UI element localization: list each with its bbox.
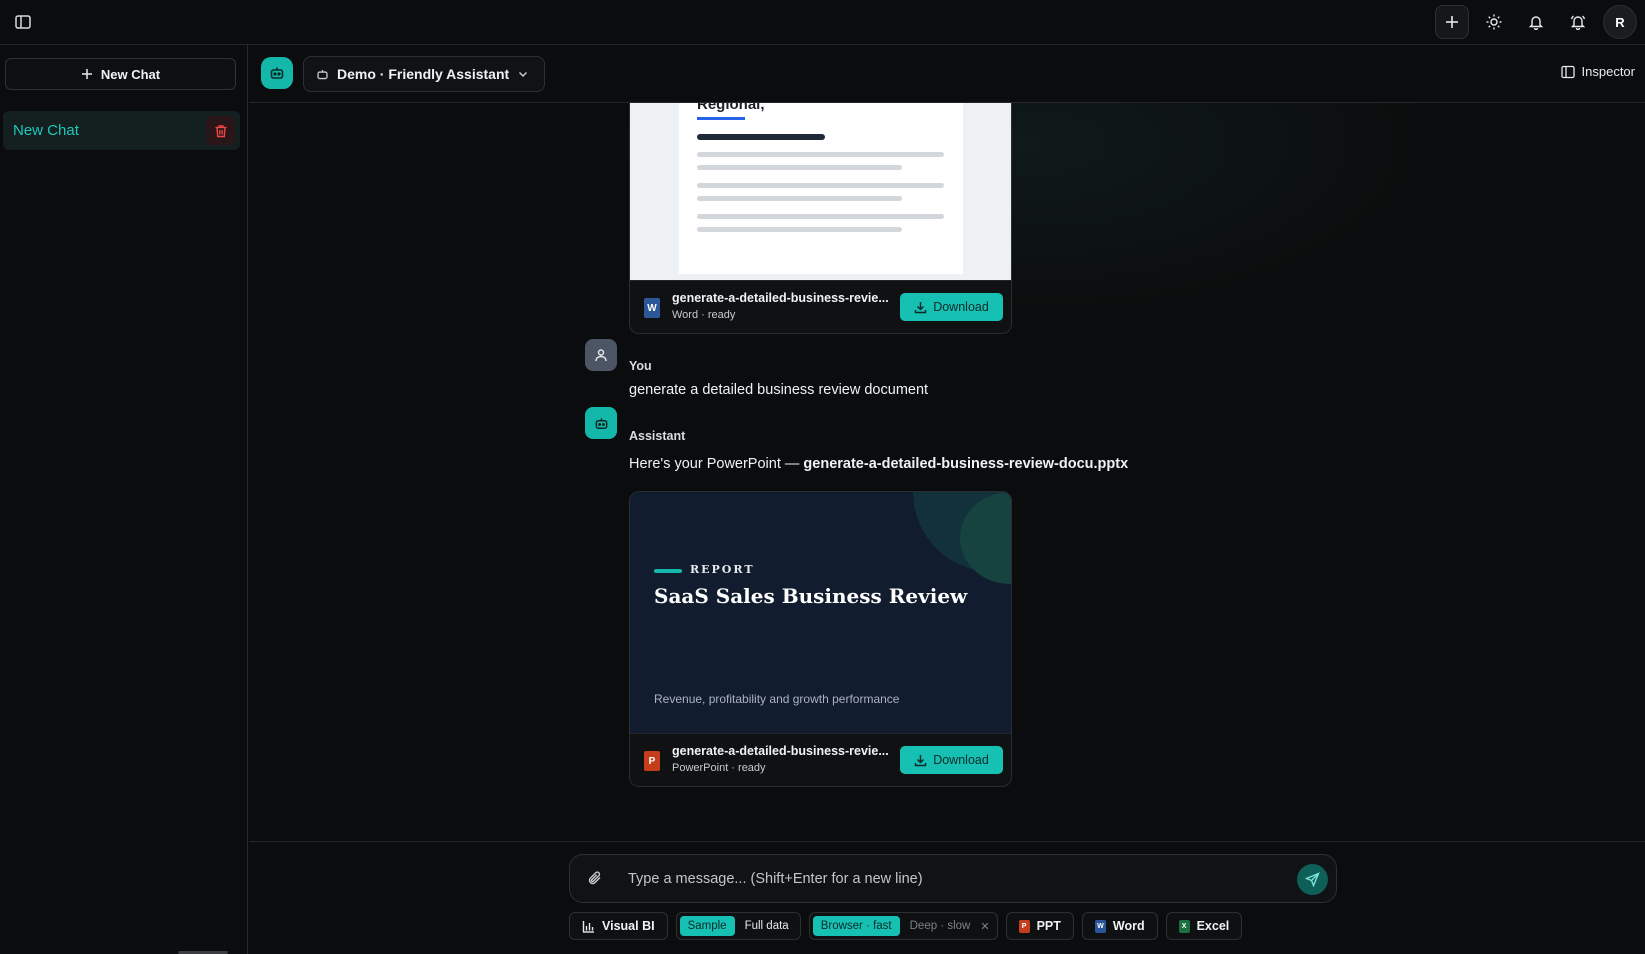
file-status: Word · ready: [672, 309, 736, 321]
bot-icon: [595, 417, 607, 429]
assistant-name: Demo · Friendly Assistant: [337, 66, 510, 82]
slide-subtitle: Revenue, profitability and growth perfor…: [654, 692, 900, 706]
download-label: Download: [933, 753, 989, 767]
excel-icon: X: [1178, 919, 1190, 933]
chat-list-item[interactable]: New Chat: [3, 111, 240, 150]
delete-chat-button[interactable]: [206, 116, 235, 145]
user-icon: [595, 349, 607, 362]
visual-bi-button[interactable]: Visual BI: [569, 912, 668, 940]
document-preview[interactable]: Regional,: [630, 103, 1011, 282]
browse-mode-toggle: Browser · fast Deep · slow ✕: [808, 912, 998, 940]
file-status: PowerPoint · ready: [672, 762, 766, 774]
data-scope-toggle: Sample Full data: [675, 912, 801, 940]
new-item-button[interactable]: [1435, 5, 1469, 39]
user-avatar[interactable]: R: [1603, 5, 1637, 39]
alerts-button[interactable]: [1561, 5, 1595, 39]
word-file-icon: W: [644, 298, 660, 318]
ppt-button[interactable]: P PPT: [1005, 912, 1074, 940]
mode-deep-option[interactable]: Deep · slow: [902, 916, 979, 936]
paperclip-icon: [588, 871, 601, 885]
chat-title: New Chat: [13, 122, 79, 139]
word-file-card: Regional, W generate-a-detailed-business…: [629, 103, 1012, 334]
download-label: Download: [933, 300, 989, 314]
mode-fast-option[interactable]: Browser · fast: [812, 916, 900, 936]
bot-icon: [270, 67, 284, 79]
assistant-avatar-icon: [585, 407, 617, 439]
conversation: Regional, W generate-a-detailed-business…: [249, 103, 1645, 841]
inspector-toggle[interactable]: Inspector: [1560, 64, 1635, 79]
file-name: generate-a-detailed-business-revie...: [672, 291, 889, 305]
trash-icon: [215, 124, 226, 137]
word-button[interactable]: W Word: [1081, 912, 1158, 940]
bot-icon: [317, 69, 328, 79]
send-icon: [1305, 872, 1320, 887]
sidebar-toggle-icon[interactable]: [14, 13, 32, 31]
document-page: Regional,: [679, 103, 963, 274]
ppt-file-icon: P: [644, 751, 660, 771]
top-bar: R: [0, 0, 1645, 45]
file-name-inline: generate-a-detailed-business-review-docu…: [803, 456, 1129, 472]
excel-button[interactable]: X Excel: [1165, 912, 1243, 940]
message-role: Assistant: [629, 429, 686, 443]
new-chat-label: New Chat: [100, 66, 161, 82]
data-sample-option[interactable]: Sample: [679, 916, 735, 936]
composer: [569, 854, 1337, 903]
slide-kicker: REPORT: [690, 563, 755, 576]
theme-toggle-button[interactable]: [1477, 5, 1511, 39]
message-input[interactable]: [628, 867, 1268, 891]
user-avatar-icon: [585, 339, 617, 371]
ppt-file-card: REPORT SaaS Sales Business Review Revenu…: [629, 491, 1012, 787]
sun-icon: [1486, 14, 1502, 30]
download-button[interactable]: Download: [900, 746, 1003, 774]
attach-button[interactable]: [587, 870, 603, 891]
inspector-label: Inspector: [1581, 64, 1635, 79]
notifications-button[interactable]: [1519, 5, 1553, 39]
plus-icon: [81, 69, 92, 79]
download-icon: [914, 301, 927, 313]
download-icon: [914, 754, 927, 766]
close-icon[interactable]: ✕: [980, 920, 993, 933]
bell-ring-icon: [1570, 15, 1586, 30]
download-button[interactable]: Download: [900, 293, 1003, 321]
message-role: You: [629, 359, 652, 373]
sidebar: New Chat New Chat: [0, 45, 248, 954]
file-name: generate-a-detailed-business-revie...: [672, 744, 889, 758]
assistant-selector[interactable]: Demo · Friendly Assistant: [303, 56, 545, 92]
message-text: generate a detailed business review docu…: [629, 382, 929, 398]
message-text: Here's your PowerPoint — generate-a-deta…: [629, 456, 1129, 472]
send-button[interactable]: [1297, 864, 1328, 895]
plus-icon: [1446, 16, 1458, 28]
new-chat-button[interactable]: New Chat: [5, 58, 236, 90]
data-full-option[interactable]: Full data: [737, 916, 797, 936]
chevron-down-icon: [519, 71, 528, 78]
bar-chart-icon: [582, 920, 594, 933]
file-footer: W generate-a-detailed-business-revie... …: [630, 280, 1011, 333]
assistant-badge: [261, 57, 293, 89]
slide-preview[interactable]: REPORT SaaS Sales Business Review Revenu…: [630, 492, 1011, 735]
composer-area: Visual BI Sample Full data Browser · fas…: [249, 841, 1645, 954]
document-preview-title: Regional,: [697, 103, 765, 113]
bell-icon: [1528, 16, 1544, 30]
word-icon: W: [1094, 919, 1106, 933]
composer-toolbar: Visual BI Sample Full data Browser · fas…: [569, 912, 1243, 940]
ppt-icon: P: [1018, 919, 1030, 933]
file-footer: P generate-a-detailed-business-revie... …: [630, 733, 1011, 786]
panel-icon: [1560, 65, 1575, 78]
slide-title: SaaS Sales Business Review: [654, 584, 968, 608]
chat-header: Demo · Friendly Assistant Inspector: [249, 45, 1645, 103]
